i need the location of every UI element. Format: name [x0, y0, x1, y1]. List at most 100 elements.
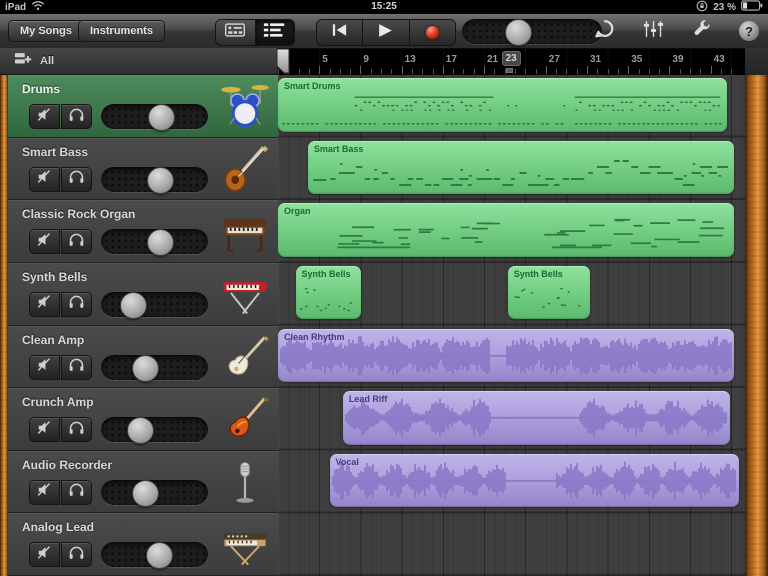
- rewind-icon: [330, 23, 349, 42]
- record-button[interactable]: [409, 20, 455, 45]
- ruler-tick: [463, 69, 464, 74]
- loop-browser-button[interactable]: [592, 17, 618, 45]
- mute-button[interactable]: [29, 480, 60, 505]
- marker-flag-icon: [506, 68, 513, 73]
- region-organ[interactable]: Organ: [278, 203, 734, 257]
- volume-knob[interactable]: [148, 104, 175, 131]
- track-stack-icon: [14, 51, 32, 71]
- solo-button[interactable]: [61, 292, 92, 317]
- ruler-tick: [731, 69, 732, 74]
- rotation-lock-icon: [696, 0, 708, 15]
- ruler-bar-label: 31: [590, 54, 601, 65]
- mute-button[interactable]: [29, 167, 60, 192]
- solo-button[interactable]: [61, 480, 92, 505]
- ruler-tick: [474, 69, 475, 74]
- volume-knob[interactable]: [127, 417, 154, 444]
- electric-guitar-clean-icon: [217, 330, 273, 384]
- track-row-classic-rock-organ[interactable]: Classic Rock Organ: [8, 200, 278, 263]
- mixer-sliders-icon: [643, 19, 664, 44]
- solo-button[interactable]: [61, 542, 92, 567]
- region-label: Lead Riff: [349, 394, 388, 404]
- track-row-analog-lead[interactable]: Analog Lead: [8, 513, 278, 576]
- track-row-synth-bells[interactable]: Synth Bells: [8, 263, 278, 326]
- ruler-tick: [608, 69, 609, 74]
- settings-button[interactable]: [688, 17, 714, 45]
- tracks-view-button[interactable]: [255, 20, 295, 45]
- mute-button[interactable]: [29, 104, 60, 129]
- solo-button[interactable]: [61, 355, 92, 380]
- region-vocal[interactable]: Vocal: [330, 454, 740, 508]
- track-row-smart-bass[interactable]: Smart Bass: [8, 138, 278, 201]
- track-row-audio-recorder[interactable]: Audio Recorder: [8, 451, 278, 514]
- track-row-drums[interactable]: Drums: [8, 75, 278, 138]
- region-lead-riff[interactable]: Lead Riff: [343, 391, 730, 445]
- track-volume-slider[interactable]: [101, 417, 208, 442]
- mute-button[interactable]: [29, 355, 60, 380]
- track-volume-slider[interactable]: [101, 229, 208, 254]
- tracks-view-icon: [263, 22, 286, 43]
- rewind-button[interactable]: [317, 20, 362, 45]
- mute-button[interactable]: [29, 417, 60, 442]
- headphones-icon: [68, 294, 85, 314]
- mute-button[interactable]: [29, 229, 60, 254]
- volume-knob[interactable]: [146, 542, 173, 569]
- region-clean-rhythm[interactable]: Clean Rhythm: [278, 329, 734, 383]
- track-name: Crunch Amp: [22, 395, 94, 409]
- track-row-crunch-amp[interactable]: Crunch Amp: [8, 388, 278, 451]
- volume-knob[interactable]: [147, 167, 174, 194]
- ruler-tick: [391, 69, 392, 74]
- volume-knob[interactable]: [120, 292, 147, 319]
- play-icon: [377, 23, 394, 43]
- track-settings-button[interactable]: [640, 17, 666, 45]
- ruler-bar-label: 35: [631, 54, 642, 65]
- timeline-ruler[interactable]: 59131721273135394323: [278, 48, 745, 76]
- region-smart-bass[interactable]: Smart Bass: [308, 141, 734, 195]
- help-button[interactable]: ?: [736, 17, 762, 45]
- ruler-bar-label: 39: [672, 54, 683, 65]
- mute-speaker-icon: [36, 169, 54, 189]
- my-songs-button[interactable]: My Songs: [8, 20, 84, 42]
- volume-knob[interactable]: [132, 355, 159, 382]
- region-synth-bells[interactable]: Synth Bells: [296, 266, 362, 320]
- ruler-tick: [433, 69, 434, 74]
- playhead-marker[interactable]: [276, 48, 290, 80]
- headphones-icon: [68, 232, 85, 252]
- mute-button[interactable]: [29, 292, 60, 317]
- ruler-bar-label: 21: [487, 54, 498, 65]
- ruler-tick: [494, 69, 495, 74]
- ruler-tick: [649, 69, 650, 74]
- track-buttons: [29, 355, 92, 380]
- solo-button[interactable]: [61, 104, 92, 129]
- ruler-tick: [669, 66, 670, 74]
- headphones-icon: [68, 357, 85, 377]
- organ-icon: [217, 204, 273, 258]
- track-filter-all[interactable]: All: [0, 48, 278, 75]
- track-name: Synth Bells: [22, 270, 87, 284]
- track-volume-slider[interactable]: [101, 292, 208, 317]
- region-synth-bells[interactable]: Synth Bells: [508, 266, 590, 320]
- master-volume-slider[interactable]: [462, 19, 602, 44]
- ruler-tick: [618, 69, 619, 74]
- track-volume-slider[interactable]: [101, 542, 208, 567]
- solo-button[interactable]: [61, 229, 92, 254]
- volume-knob[interactable]: [132, 480, 159, 507]
- play-button[interactable]: [362, 20, 408, 45]
- track-volume-slider[interactable]: [101, 104, 208, 129]
- instruments-button[interactable]: Instruments: [78, 20, 165, 42]
- track-volume-slider[interactable]: [101, 167, 208, 192]
- ruler-row: All 59131721273135394323: [0, 48, 768, 75]
- track-volume-slider[interactable]: [101, 480, 208, 505]
- track-buttons: [29, 292, 92, 317]
- region-smart-drums[interactable]: Smart Drums: [278, 78, 727, 132]
- region-label: Clean Rhythm: [284, 332, 345, 342]
- master-volume-knob[interactable]: [505, 19, 532, 46]
- mute-button[interactable]: [29, 542, 60, 567]
- solo-button[interactable]: [61, 417, 92, 442]
- timeline[interactable]: Smart Drums Smart Bass Organ Synth Bells Syn…: [278, 75, 745, 576]
- track-row-clean-amp[interactable]: Clean Amp: [8, 326, 278, 389]
- instrument-view-button[interactable]: [216, 20, 255, 45]
- solo-button[interactable]: [61, 167, 92, 192]
- track-volume-slider[interactable]: [101, 355, 208, 380]
- bar-23-marker[interactable]: 23: [502, 51, 521, 66]
- volume-knob[interactable]: [147, 229, 174, 256]
